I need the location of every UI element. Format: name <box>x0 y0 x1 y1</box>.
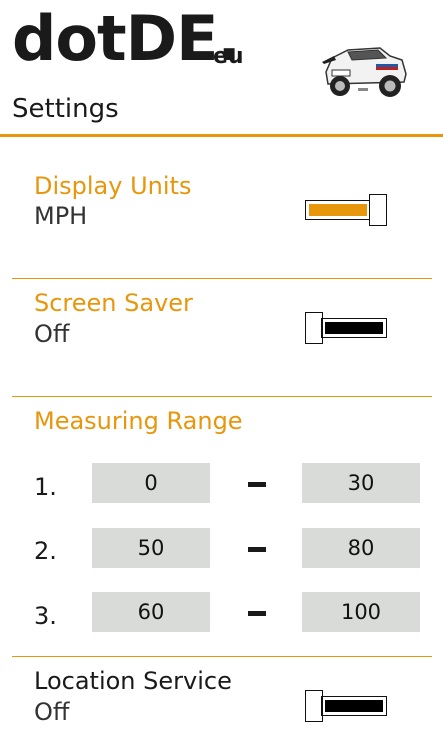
range-dash <box>248 547 266 552</box>
app-brand: dotDE. <box>12 2 241 75</box>
header-divider <box>0 134 443 137</box>
toggle-fill <box>325 322 383 334</box>
toggle-track <box>321 696 387 716</box>
range-row-label: 2. <box>34 537 57 565</box>
location-service-title: Location Service <box>34 667 232 695</box>
screen-saver-toggle[interactable] <box>305 312 387 346</box>
range-to-input[interactable]: 100 <box>302 592 420 632</box>
toggle-fill <box>309 204 367 216</box>
toggle-track <box>305 200 371 220</box>
screen-saver-value: Off <box>34 320 70 348</box>
toggle-fill <box>325 700 383 712</box>
range-to-input[interactable]: 80 <box>302 528 420 568</box>
display-units-toggle[interactable] <box>305 194 387 228</box>
measuring-range-title: Measuring Range <box>34 407 243 435</box>
range-dash <box>248 611 266 616</box>
range-row-label: 3. <box>34 602 57 630</box>
range-from-input[interactable]: 50 <box>92 528 210 568</box>
location-service-toggle[interactable] <box>305 690 387 724</box>
section-divider <box>12 396 432 397</box>
app-brand-tld: eu <box>213 44 244 69</box>
range-dash <box>248 482 266 487</box>
page-title: Settings <box>12 94 119 124</box>
display-units-title: Display Units <box>34 172 192 200</box>
section-divider <box>12 656 432 657</box>
toggle-thumb <box>369 194 387 226</box>
range-from-input[interactable]: 0 <box>92 463 210 503</box>
range-row-label: 1. <box>34 473 57 501</box>
screen-saver-title: Screen Saver <box>34 289 193 317</box>
range-from-input[interactable]: 60 <box>92 592 210 632</box>
toggle-track <box>321 318 387 338</box>
section-divider <box>12 278 432 279</box>
location-service-value: Off <box>34 698 70 726</box>
display-units-value: MPH <box>34 202 88 230</box>
range-to-input[interactable]: 30 <box>302 463 420 503</box>
car-logo-icon <box>322 47 407 97</box>
